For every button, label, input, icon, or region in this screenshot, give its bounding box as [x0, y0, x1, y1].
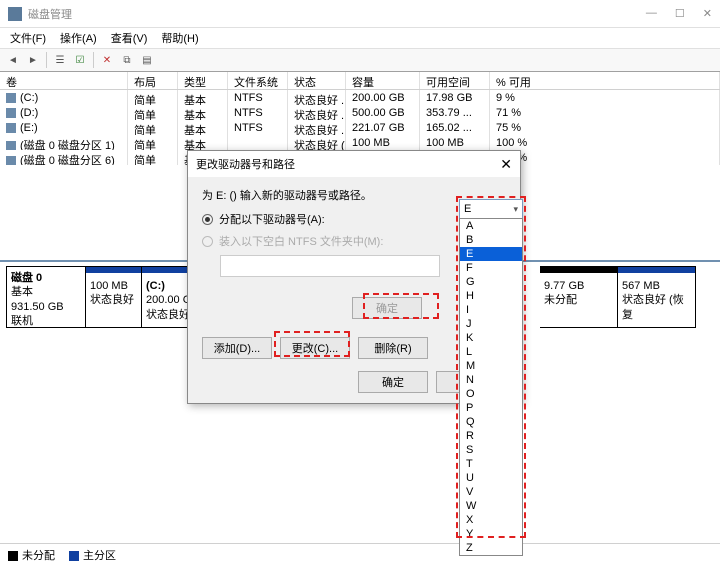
dropdown-option[interactable]: Y — [460, 527, 522, 541]
drive-letter-combo[interactable]: E ▾ — [459, 199, 523, 219]
mount-path-input — [220, 255, 440, 277]
title-bar: 磁盘管理 — ☐ ✕ — [0, 0, 720, 28]
table-row[interactable]: (磁盘 0 磁盘分区 1)简单基本状态良好 (...100 MB100 MB10… — [0, 135, 720, 150]
dropdown-option[interactable]: G — [460, 275, 522, 289]
inner-ok-button[interactable]: 确定 — [352, 297, 422, 319]
change-button[interactable]: 更改(C)... — [280, 337, 350, 359]
partition[interactable]: 567 MB状态良好 (恢复 — [618, 266, 696, 328]
col-filesystem[interactable]: 文件系统 — [228, 72, 288, 89]
disk-info[interactable]: 磁盘 0 基本 931.50 GB 联机 — [6, 266, 86, 328]
close-button[interactable]: ✕ — [703, 7, 712, 20]
col-percent[interactable]: % 可用 — [490, 72, 720, 89]
chevron-down-icon: ▾ — [513, 204, 518, 215]
dropdown-option[interactable]: T — [460, 457, 522, 471]
dropdown-option[interactable]: P — [460, 401, 522, 415]
delete-icon[interactable]: ✕ — [98, 51, 116, 69]
col-volume[interactable]: 卷 — [0, 72, 128, 89]
dropdown-option[interactable]: I — [460, 303, 522, 317]
radio-assign-letter[interactable] — [202, 214, 213, 225]
col-capacity[interactable]: 容量 — [346, 72, 420, 89]
dropdown-option[interactable]: N — [460, 373, 522, 387]
menu-view[interactable]: 查看(V) — [105, 28, 154, 48]
legend-unalloc: 未分配 — [22, 550, 55, 562]
legend: 未分配 主分区 — [0, 543, 720, 565]
dropdown-option[interactable]: R — [460, 429, 522, 443]
forward-icon[interactable]: ► — [24, 51, 42, 69]
minimize-button[interactable]: — — [646, 7, 657, 20]
back-icon[interactable]: ◄ — [4, 51, 22, 69]
help-icon[interactable]: ⧉ — [118, 51, 136, 69]
dropdown-option[interactable]: K — [460, 331, 522, 345]
radio-mount-folder-label: 装入以下空白 NTFS 文件夹中(M): — [219, 233, 383, 249]
ok-button[interactable]: 确定 — [358, 371, 428, 393]
dialog-title: 更改驱动器号和路径 — [196, 156, 295, 172]
list-icon[interactable]: ▤ — [138, 51, 156, 69]
menu-action[interactable]: 操作(A) — [54, 28, 103, 48]
partition[interactable]: 9.77 GB未分配 — [540, 266, 618, 328]
volume-table-header: 卷 布局 类型 文件系统 状态 容量 可用空间 % 可用 — [0, 72, 720, 90]
disk-type: 基本 — [11, 285, 81, 299]
legend-primary: 主分区 — [83, 550, 116, 562]
disk-status: 联机 — [11, 314, 81, 328]
col-free[interactable]: 可用空间 — [420, 72, 490, 89]
disk-size: 931.50 GB — [11, 300, 81, 314]
legend-unalloc-swatch — [8, 551, 18, 561]
dropdown-option[interactable]: E — [460, 247, 522, 261]
dropdown-option[interactable]: S — [460, 443, 522, 457]
toolbar: ◄ ► ☰ ☑ ✕ ⧉ ▤ — [0, 48, 720, 72]
partition[interactable]: 100 MB状态良好 — [86, 266, 142, 328]
legend-primary-swatch — [69, 551, 79, 561]
window-title: 磁盘管理 — [28, 6, 646, 22]
dropdown-option[interactable]: H — [460, 289, 522, 303]
table-row[interactable]: (C:)简单基本NTFS状态良好 ...200.00 GB17.98 GB9 % — [0, 90, 720, 105]
menu-help[interactable]: 帮助(H) — [155, 28, 204, 48]
radio-mount-folder — [202, 236, 213, 247]
menu-bar: 文件(F) 操作(A) 查看(V) 帮助(H) — [0, 28, 720, 48]
maximize-button[interactable]: ☐ — [675, 7, 685, 20]
dropdown-option[interactable]: Q — [460, 415, 522, 429]
table-row[interactable]: (E:)简单基本NTFS状态良好 ...221.07 GB165.02 ...7… — [0, 120, 720, 135]
dropdown-option[interactable]: L — [460, 345, 522, 359]
dropdown-option[interactable]: W — [460, 499, 522, 513]
properties-icon[interactable]: ☑ — [71, 51, 89, 69]
dropdown-option[interactable]: X — [460, 513, 522, 527]
col-type[interactable]: 类型 — [178, 72, 228, 89]
dropdown-option[interactable]: O — [460, 387, 522, 401]
dropdown-option[interactable]: F — [460, 261, 522, 275]
col-status[interactable]: 状态 — [288, 72, 346, 89]
dropdown-option[interactable]: Z — [460, 541, 522, 555]
dropdown-option[interactable]: U — [460, 471, 522, 485]
dropdown-option[interactable]: V — [460, 485, 522, 499]
dialog-close-icon[interactable]: ✕ — [500, 156, 512, 173]
menu-file[interactable]: 文件(F) — [4, 28, 52, 48]
drive-letter-dropdown[interactable]: ABEFGHIJKLMNOPQRSTUVWXYZ — [459, 218, 523, 556]
add-button[interactable]: 添加(D)... — [202, 337, 272, 359]
dropdown-option[interactable]: J — [460, 317, 522, 331]
radio-assign-letter-label: 分配以下驱动器号(A): — [219, 211, 325, 227]
dropdown-option[interactable]: B — [460, 233, 522, 247]
table-row[interactable]: (D:)简单基本NTFS状态良好 ...500.00 GB353.79 ...7… — [0, 105, 720, 120]
remove-button[interactable]: 删除(R) — [358, 337, 428, 359]
col-layout[interactable]: 布局 — [128, 72, 178, 89]
disk-name: 磁盘 0 — [11, 271, 81, 285]
dropdown-option[interactable]: M — [460, 359, 522, 373]
view-icon[interactable]: ☰ — [51, 51, 69, 69]
drive-letter-value: E — [464, 203, 471, 215]
dropdown-option[interactable]: A — [460, 219, 522, 233]
app-icon — [8, 7, 22, 21]
